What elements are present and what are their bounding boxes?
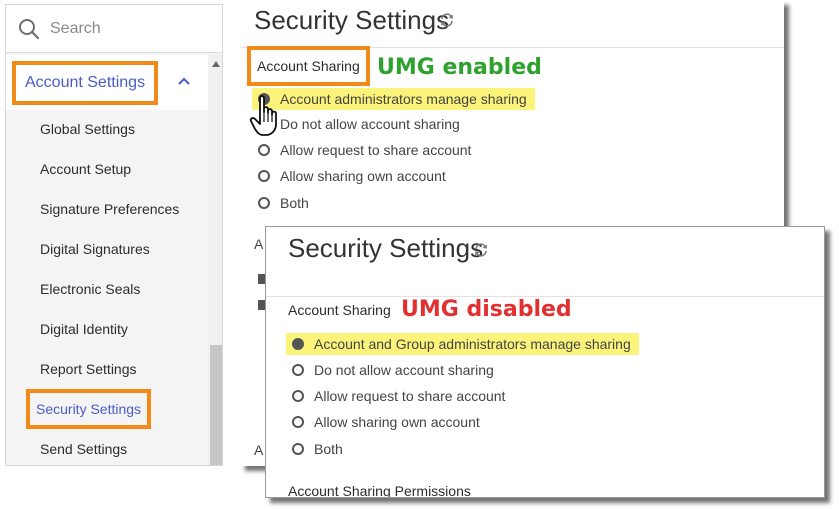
radio-button[interactable] [258, 144, 270, 156]
scroll-up-arrow-icon[interactable] [212, 61, 220, 67]
highlighted-option: Account and Group administrators manage … [286, 333, 639, 355]
radio-option-label: Account and Group administrators manage … [314, 336, 631, 352]
sidebar-item-label: Electronic Seals [40, 281, 141, 297]
security-settings-panel-umg-disabled: Security Settings Account Sharing UMG di… [265, 226, 825, 498]
sidebar-item-label: Security Settings [26, 389, 152, 429]
sidebar-item-label: Send Settings [40, 441, 128, 457]
search-icon [19, 18, 40, 39]
search-box[interactable]: Search [6, 5, 222, 53]
account-settings-label: Account Settings [12, 60, 159, 105]
sidebar-item-label: Account Setup [40, 161, 132, 177]
radio-option-label: Account administrators manage sharing [280, 91, 527, 107]
sidebar-item-label: Signature Preferences [40, 201, 180, 217]
truncated-section-label: A [254, 236, 264, 252]
scrollbar-thumb[interactable] [210, 345, 222, 465]
sidebar-item-label: Global Settings [40, 121, 135, 137]
sidebar-item-digital-signatures[interactable]: Digital Signatures [6, 229, 208, 269]
radio-button[interactable] [258, 197, 270, 209]
sidebar-item-label: Digital Identity [40, 321, 128, 337]
sidebar-item-label: Report Settings [40, 361, 137, 377]
radio-option-account-admins[interactable]: Account administrators manage sharing [252, 88, 535, 110]
refresh-icon[interactable] [473, 242, 489, 258]
umg-disabled-annotation: UMG disabled [401, 297, 572, 322]
radio-option-no-sharing[interactable]: Do not allow account sharing [258, 116, 460, 132]
chevron-up-icon[interactable] [176, 73, 192, 89]
radio-option-both[interactable]: Both [292, 441, 343, 457]
radio-option-label: Do not allow account sharing [280, 116, 460, 132]
sidebar-item-security-settings[interactable]: Security Settings [6, 389, 208, 429]
sidebar-section-account-settings[interactable]: Account Settings [6, 55, 208, 110]
account-sharing-label: Account Sharing [288, 302, 391, 318]
radio-button[interactable] [292, 390, 304, 402]
radio-button[interactable] [292, 364, 304, 376]
hand-cursor-icon [249, 95, 277, 136]
refresh-icon[interactable] [439, 12, 455, 28]
page-title: Security Settings [254, 5, 450, 35]
radio-option-allow-own[interactable]: Allow sharing own account [258, 168, 446, 184]
radio-option-allow-request[interactable]: Allow request to share account [258, 142, 471, 158]
radio-option-label: Allow request to share account [280, 142, 472, 158]
sidebar-item-electronic-seals[interactable]: Electronic Seals [6, 269, 208, 309]
highlighted-option: Account administrators manage sharing [252, 88, 535, 110]
account-sharing-permissions-label: Account Sharing Permissions [288, 483, 471, 498]
radio-option-label: Allow sharing own account [280, 168, 446, 184]
radio-option-account-group-admins[interactable]: Account and Group administrators manage … [286, 333, 639, 355]
radio-option-no-sharing[interactable]: Do not allow account sharing [292, 362, 494, 378]
account-sharing-label: Account Sharing [247, 46, 370, 86]
sidebar-scrollbar[interactable] [208, 55, 222, 465]
sidebar-item-send-settings[interactable]: Send Settings [6, 429, 208, 465]
sidebar-item-report-settings[interactable]: Report Settings [6, 349, 208, 389]
sidebar-nav-list: Global Settings Account Setup Signature … [6, 109, 208, 465]
radio-option-allow-own[interactable]: Allow sharing own account [292, 414, 480, 430]
sidebar-item-label: Digital Signatures [40, 241, 150, 257]
radio-option-label: Allow sharing own account [314, 414, 480, 430]
search-input[interactable]: Search [50, 20, 101, 38]
radio-option-label: Allow request to share account [314, 388, 506, 404]
radio-option-label: Both [280, 195, 309, 211]
page-title: Security Settings [288, 233, 484, 263]
radio-button[interactable] [292, 416, 304, 428]
radio-button[interactable] [292, 443, 304, 455]
sidebar: Search Account Settings Global Settings … [5, 4, 223, 466]
umg-enabled-annotation: UMG enabled [377, 55, 542, 80]
truncated-section-label: A [254, 442, 264, 458]
sidebar-item-global-settings[interactable]: Global Settings [6, 109, 208, 149]
sidebar-item-digital-identity[interactable]: Digital Identity [6, 309, 208, 349]
radio-button-checked[interactable] [292, 338, 304, 350]
sidebar-item-signature-preferences[interactable]: Signature Preferences [6, 189, 208, 229]
radio-option-allow-request[interactable]: Allow request to share account [292, 388, 505, 404]
radio-option-label: Both [314, 441, 343, 457]
sidebar-item-account-setup[interactable]: Account Setup [6, 149, 208, 189]
radio-button[interactable] [258, 170, 270, 182]
radio-option-both[interactable]: Both [258, 195, 309, 211]
radio-option-label: Do not allow account sharing [314, 362, 494, 378]
